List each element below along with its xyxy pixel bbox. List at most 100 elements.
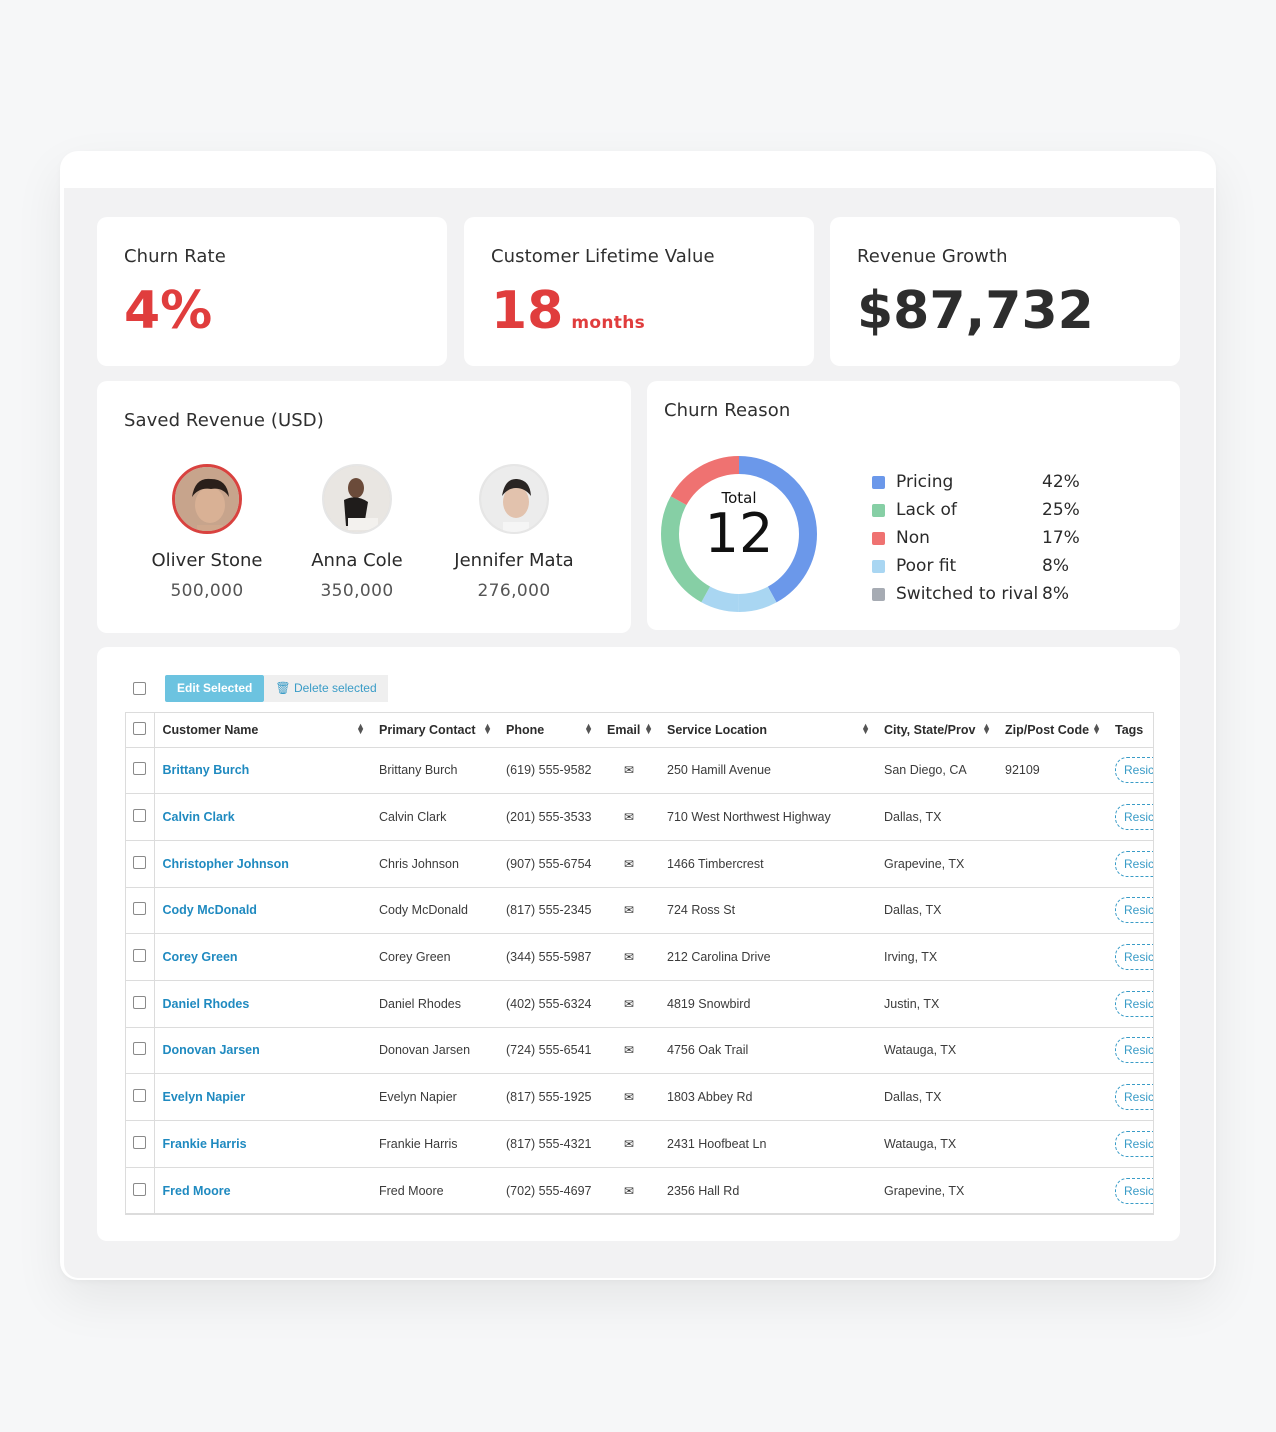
envelope-icon[interactable]: ✉	[607, 950, 651, 964]
select-all-checkbox[interactable]	[133, 721, 147, 735]
header-service-location[interactable]: Service Location ▲ ▼	[659, 713, 876, 748]
table-header-row: Customer Name ▲ ▼ Primary Contact ▲ ▼ Phone ▲…	[126, 713, 1153, 748]
tag-badge[interactable]: Resic	[1115, 850, 1153, 877]
header-phone[interactable]: Phone ▲ ▼	[498, 713, 599, 748]
sort-icon[interactable]: ▲ ▼	[356, 722, 365, 736]
customer-name-cell: Brittany Burch	[154, 747, 371, 795]
customer-name-link[interactable]: Christopher Johnson	[163, 857, 289, 871]
table-row[interactable]: Frankie Harris Frankie Harris (817) 555-43…	[126, 1120, 1153, 1168]
city-cell: Dallas, TX	[876, 887, 997, 935]
tag-badge[interactable]: Resic	[1115, 1130, 1153, 1157]
customer-name-link[interactable]: Evelyn Napier	[163, 1090, 246, 1104]
sort-icon[interactable]: ▲ ▼	[483, 722, 492, 736]
table-row[interactable]: Corey Green Corey Green (344) 555-5987 ✉ 212…	[126, 933, 1153, 981]
churn-rate-title: Churn Rate	[124, 246, 226, 267]
envelope-icon[interactable]: ✉	[607, 997, 651, 1011]
table-row[interactable]: Evelyn Napier Evelyn Napier (817) 555-1925…	[126, 1073, 1153, 1121]
envelope-icon[interactable]: ✉	[607, 1043, 651, 1057]
sort-icon[interactable]: ▲ ▼	[861, 722, 870, 736]
customer-name-link[interactable]: Corey Green	[163, 950, 238, 964]
delete-selected-button[interactable]: 🗑 Delete selected	[264, 675, 388, 702]
envelope-icon[interactable]: ✉	[607, 857, 651, 871]
tag-badge[interactable]: Resic	[1115, 1177, 1153, 1204]
sort-icon[interactable]: ▲ ▼	[982, 722, 991, 736]
row-checkbox[interactable]	[133, 1089, 147, 1103]
person-value: 350,000	[320, 581, 394, 601]
email-cell: ✉	[599, 980, 659, 1028]
person-anna-cole[interactable]: Anna Cole 350,000	[277, 464, 437, 601]
email-cell: ✉	[599, 887, 659, 935]
envelope-icon[interactable]: ✉	[607, 903, 651, 917]
phone-cell: (402) 555-6324	[498, 980, 599, 1028]
row-checkbox[interactable]	[133, 949, 147, 963]
legend-item: Lack of 25%	[872, 496, 1092, 524]
table-row[interactable]: Christopher Johnson Chris Johnson (907) 55…	[126, 840, 1153, 888]
customer-name-link[interactable]: Frankie Harris	[163, 1137, 247, 1151]
customer-name-cell: Christopher Johnson	[154, 840, 371, 888]
customer-name-link[interactable]: Cody McDonald	[163, 903, 257, 917]
tag-badge[interactable]: Resic	[1115, 944, 1153, 971]
header-email[interactable]: Email ▲ ▼	[599, 713, 659, 748]
legend-label: Pricing	[896, 472, 954, 492]
row-checkbox[interactable]	[133, 1042, 147, 1056]
customer-name-link[interactable]: Donovan Jarsen	[163, 1043, 260, 1057]
table-row[interactable]: Donovan Jarsen Donovan Jarsen (724) 555-65…	[126, 1027, 1153, 1075]
header-label: City, State/Prov	[884, 722, 976, 737]
city-cell: Justin, TX	[876, 980, 997, 1028]
table-row[interactable]: Fred Moore Fred Moore (702) 555-4697 ✉ 2356 …	[126, 1167, 1153, 1214]
saved-revenue-card: Saved Revenue (USD) Oliver Stone 500,000…	[97, 381, 631, 633]
table-row[interactable]: Brittany Burch Brittany Burch (619) 555-95…	[126, 747, 1153, 795]
primary-contact-cell: Fred Moore	[371, 1167, 498, 1214]
envelope-icon[interactable]: ✉	[607, 1137, 651, 1151]
tag-badge[interactable]: Resic	[1115, 1037, 1153, 1064]
select-all-toolbar-checkbox[interactable]	[133, 682, 146, 695]
sort-icon[interactable]: ▲ ▼	[584, 722, 593, 736]
header-tags[interactable]: Tags	[1107, 713, 1153, 748]
tags-cell: Resic	[1107, 747, 1153, 795]
tag-badge[interactable]: Resic	[1115, 804, 1153, 831]
customer-name-link[interactable]: Fred Moore	[163, 1184, 231, 1198]
header-primary-contact[interactable]: Primary Contact ▲ ▼	[371, 713, 498, 748]
header-zip[interactable]: Zip/Post Code ▲ ▼	[997, 713, 1107, 748]
table-toolbar: Edit Selected 🗑 Delete selected	[133, 675, 388, 702]
customer-name-link[interactable]: Calvin Clark	[163, 810, 235, 824]
envelope-icon[interactable]: ✉	[607, 810, 651, 824]
envelope-icon[interactable]: ✉	[607, 1184, 651, 1198]
phone-cell: (619) 555-9582	[498, 747, 599, 795]
header-city[interactable]: City, State/Prov ▲ ▼	[876, 713, 997, 748]
row-checkbox[interactable]	[133, 902, 147, 916]
sort-icon[interactable]: ▲ ▼	[644, 722, 653, 736]
envelope-icon[interactable]: ✉	[607, 1090, 651, 1104]
legend-pct: 17%	[1042, 528, 1080, 548]
customer-name-link[interactable]: Brittany Burch	[163, 763, 250, 777]
zip-cell	[997, 1027, 1107, 1075]
row-checkbox[interactable]	[133, 995, 147, 1009]
tag-badge[interactable]: Resic	[1115, 990, 1153, 1017]
zip-cell	[997, 933, 1107, 981]
city-cell: Watauga, TX	[876, 1120, 997, 1168]
row-checkbox[interactable]	[133, 1135, 147, 1149]
person-jennifer-mata[interactable]: Jennifer Mata 276,000	[434, 464, 594, 601]
header-label: Primary Contact	[379, 722, 476, 737]
legend-item: Poor fit 8%	[872, 552, 1092, 580]
row-checkbox[interactable]	[133, 855, 147, 869]
row-checkbox[interactable]	[133, 762, 147, 776]
sort-icon[interactable]: ▲ ▼	[1092, 722, 1101, 736]
tag-badge[interactable]: Resic	[1115, 897, 1153, 924]
tag-badge[interactable]: Resic	[1115, 1084, 1153, 1111]
customer-name-link[interactable]: Daniel Rhodes	[163, 997, 250, 1011]
customer-name-cell: Frankie Harris	[154, 1120, 371, 1168]
table-row[interactable]: Cody McDonald Cody McDonald (817) 555-2345…	[126, 887, 1153, 935]
person-oliver-stone[interactable]: Oliver Stone 500,000	[127, 464, 287, 601]
zip-cell	[997, 793, 1107, 841]
row-checkbox[interactable]	[133, 809, 147, 823]
zip-cell	[997, 980, 1107, 1028]
row-checkbox[interactable]	[133, 1182, 147, 1196]
tag-badge[interactable]: Resic	[1115, 757, 1153, 784]
table-row[interactable]: Daniel Rhodes Daniel Rhodes (402) 555-6324…	[126, 980, 1153, 1028]
header-customer-name[interactable]: Customer Name ▲ ▼	[154, 713, 371, 748]
tags-cell: Resic	[1107, 1120, 1153, 1168]
table-row[interactable]: Calvin Clark Calvin Clark (201) 555-3533 ✉ 7…	[126, 793, 1153, 841]
edit-selected-button[interactable]: Edit Selected	[165, 675, 265, 702]
envelope-icon[interactable]: ✉	[607, 763, 651, 777]
